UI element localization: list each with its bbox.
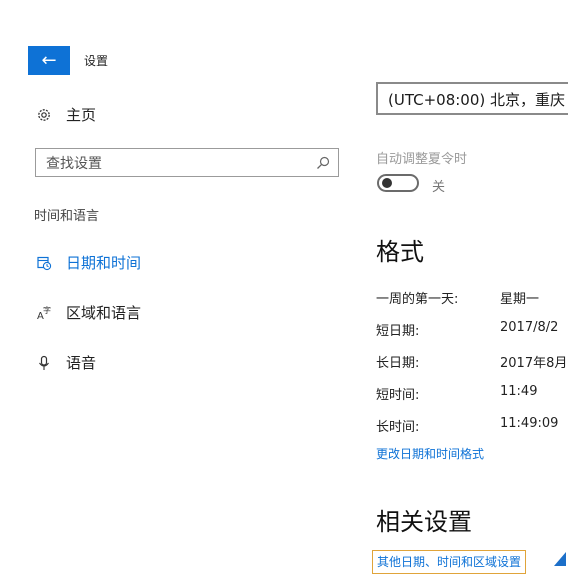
format-heading: 格式	[376, 238, 424, 266]
sidebar-item-label: 区域和语言	[66, 304, 142, 322]
sidebar-item-region-language[interactable]: A 字 区域和语言	[34, 302, 141, 323]
window-title: 设置	[84, 54, 109, 68]
cursor-marker	[554, 552, 566, 566]
sidebar-item-date-time[interactable]: 日期和时间	[34, 252, 141, 273]
dst-state-text: 关	[432, 180, 446, 195]
format-value: 2017年8月	[500, 356, 568, 371]
back-button[interactable]: ←	[28, 46, 70, 75]
format-key: 短时间:	[376, 388, 420, 403]
dst-toggle[interactable]	[377, 174, 419, 192]
sidebar-item-speech[interactable]: 语音	[34, 352, 96, 373]
timezone-select[interactable]: (UTC+08:00) 北京，重庆	[376, 82, 568, 115]
search-box[interactable]	[35, 148, 339, 177]
format-key: 长时间:	[376, 420, 420, 435]
section-heading: 时间和语言	[34, 209, 100, 224]
additional-date-time-region-link[interactable]: 其他日期、时间和区域设置	[372, 550, 527, 574]
date-time-icon	[34, 255, 54, 271]
format-value: 2017/8/2	[500, 320, 559, 335]
related-settings-heading: 相关设置	[376, 508, 472, 536]
change-format-link[interactable]: 更改日期和时间格式	[376, 445, 484, 462]
region-language-icon: A 字	[34, 305, 54, 321]
sidebar-item-label: 日期和时间	[66, 254, 142, 272]
svg-text:字: 字	[43, 305, 51, 315]
search-icon[interactable]	[316, 155, 330, 169]
arrow-left-icon: ←	[41, 49, 57, 71]
format-value: 星期一	[500, 292, 540, 307]
dst-label: 自动调整夏令时	[376, 152, 468, 167]
format-value: 11:49:09	[500, 416, 559, 431]
search-input[interactable]	[44, 153, 313, 175]
format-key: 短日期:	[376, 324, 420, 339]
microphone-icon	[34, 355, 54, 371]
sidebar-item-label: 语音	[66, 354, 97, 372]
format-key: 一周的第一天:	[376, 292, 459, 307]
format-key: 长日期:	[376, 356, 420, 371]
gear-icon	[34, 107, 54, 123]
sidebar-item-home[interactable]: 主页	[34, 104, 96, 125]
format-value: 11:49	[500, 384, 538, 399]
toggle-knob	[382, 178, 392, 188]
sidebar-item-label: 主页	[66, 106, 97, 124]
